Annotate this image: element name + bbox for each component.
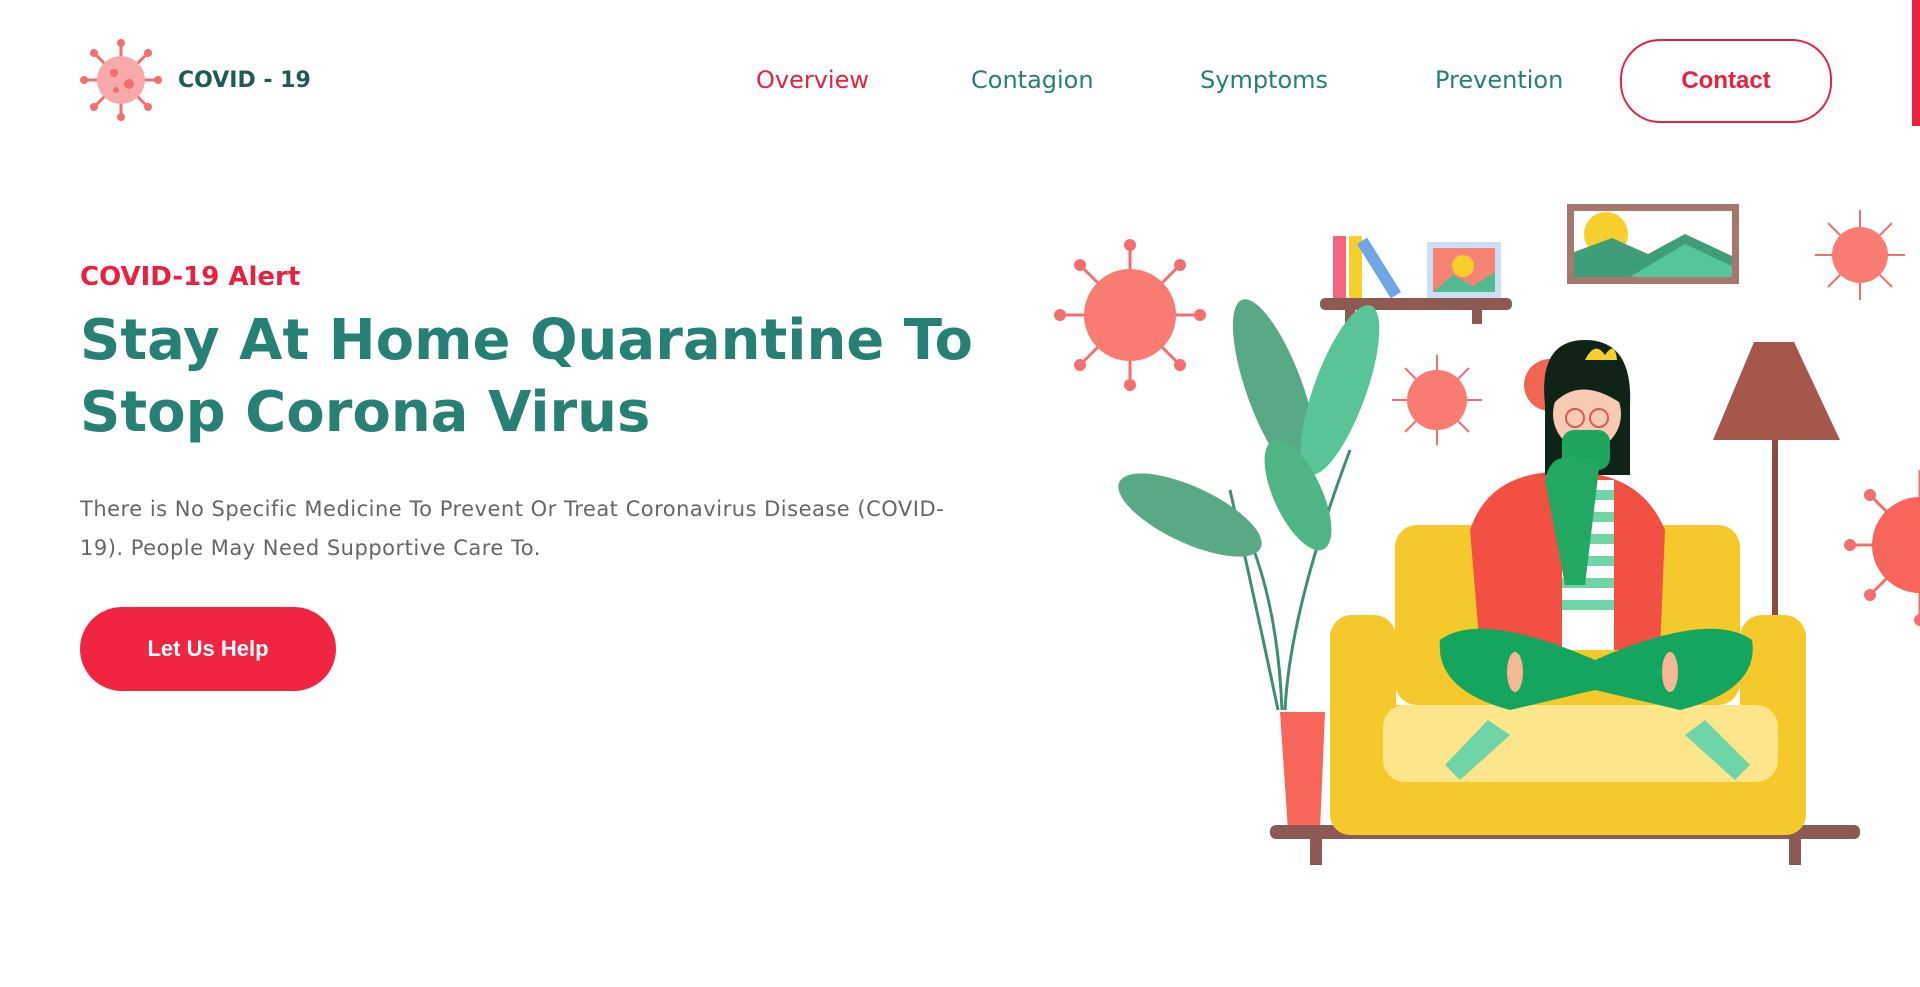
- contact-button[interactable]: Contact: [1620, 39, 1832, 123]
- hero-title: Stay At Home Quarantine To Stop Corona V…: [80, 308, 974, 445]
- hero-description: There is No Specific Medicine To Prevent…: [80, 497, 945, 560]
- nav-contagion[interactable]: Contagion: [971, 66, 1094, 94]
- hero-eyebrow: COVID-19 Alert: [80, 262, 301, 292]
- let-us-help-button[interactable]: Let Us Help: [80, 607, 336, 691]
- framed-picture-icon: [1567, 204, 1739, 284]
- nav-symptoms[interactable]: Symptoms: [1200, 66, 1328, 94]
- virus-icon: [80, 39, 162, 121]
- bookshelf-icon: [1320, 236, 1512, 324]
- virus-icon: [1392, 355, 1482, 445]
- quarantine-illustration: [1054, 204, 1920, 865]
- nav-overview[interactable]: Overview: [756, 66, 869, 94]
- nav-prevention[interactable]: Prevention: [1435, 66, 1563, 94]
- virus-icon: [1054, 239, 1206, 391]
- scrollbar-accent: [1912, 0, 1920, 126]
- brand-name: COVID - 19: [178, 67, 311, 93]
- virus-icon: [1815, 210, 1905, 300]
- brand-logo[interactable]: COVID - 19: [80, 39, 311, 121]
- virus-icon: [1844, 470, 1920, 626]
